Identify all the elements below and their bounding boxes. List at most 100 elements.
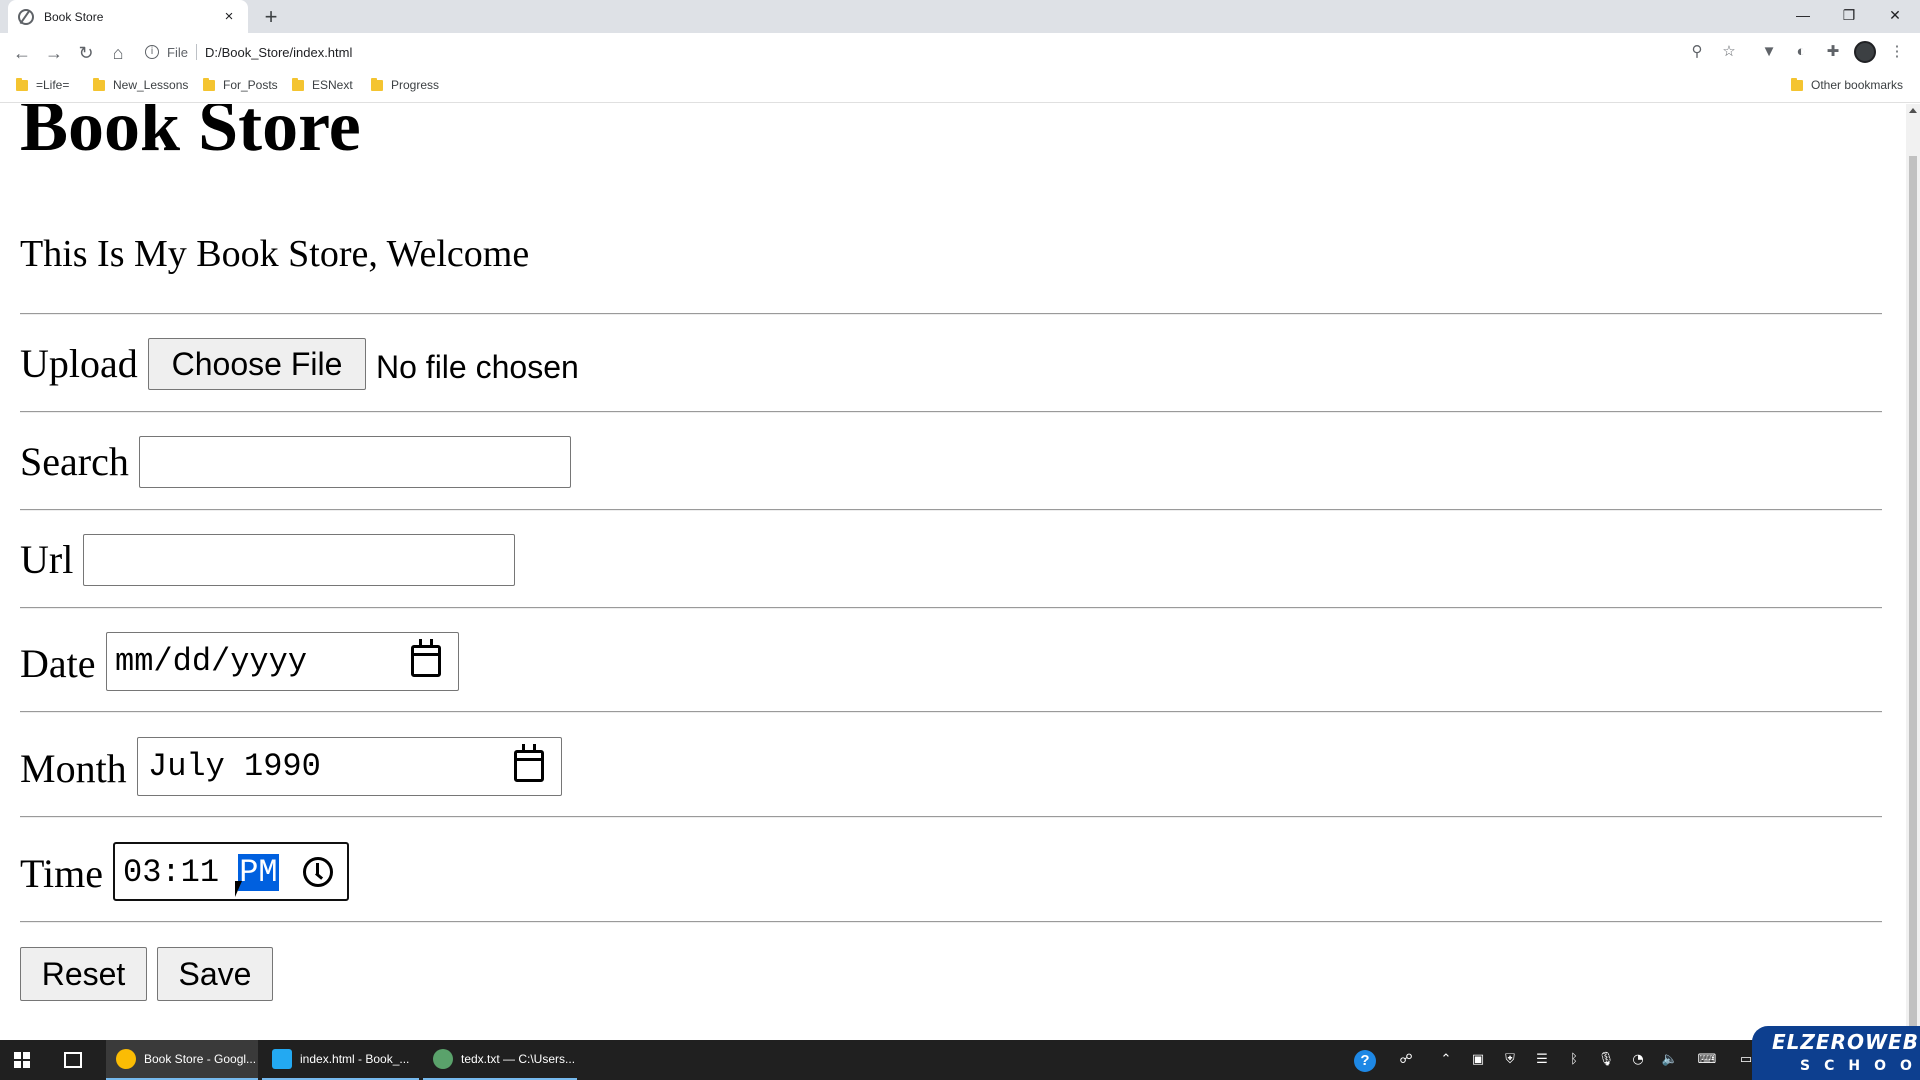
- page-scrollbar[interactable]: [1906, 104, 1920, 1040]
- scroll-up-arrow-icon[interactable]: [1909, 108, 1917, 113]
- divider: [20, 509, 1882, 511]
- bookmark-folder[interactable]: For_Posts: [203, 77, 278, 92]
- month-label: Month: [20, 746, 127, 791]
- extension-icon[interactable]: ▼: [1758, 41, 1780, 63]
- bookmark-label: =Life=: [36, 78, 70, 92]
- date-placeholder: mm/dd/yyyy: [115, 643, 308, 680]
- bookmark-label: New_Lessons: [113, 78, 189, 92]
- bluetooth-icon[interactable]: ᛒ: [1564, 1050, 1584, 1070]
- volume-icon[interactable]: 🔈: [1660, 1050, 1680, 1070]
- divider: [20, 607, 1882, 609]
- vscode-icon: [272, 1049, 292, 1069]
- bookmark-folder[interactable]: Progress: [371, 77, 440, 92]
- url-label: Url: [20, 537, 74, 582]
- help-icon[interactable]: ?: [1354, 1050, 1376, 1072]
- chrome-icon: [116, 1049, 136, 1069]
- reload-icon[interactable]: ↻: [72, 39, 100, 67]
- folder-icon: [16, 77, 28, 91]
- time-value: 03:11 PM: [123, 844, 279, 901]
- zoom-icon[interactable]: ⚲: [1686, 41, 1708, 63]
- microphone-icon[interactable]: 🎙: [1596, 1050, 1616, 1070]
- tab-title: Book Store: [44, 9, 104, 24]
- welcome-text: This Is My Book Store, Welcome: [20, 233, 530, 275]
- choose-file-button[interactable]: Choose File: [148, 338, 366, 390]
- extensions-puzzle-icon[interactable]: ✚: [1822, 41, 1844, 63]
- action-icon[interactable]: ☰: [1532, 1050, 1552, 1070]
- people-icon[interactable]: ☍: [1396, 1050, 1416, 1070]
- keyboard-icon[interactable]: ⌨: [1694, 1050, 1720, 1070]
- other-bookmarks[interactable]: Other bookmarks: [1791, 77, 1904, 92]
- device-icon[interactable]: ▣: [1468, 1050, 1488, 1070]
- elzero-web-school-logo: ELZEROWEB SCHOOL: [1752, 1026, 1920, 1080]
- address-bar[interactable]: i File D:/Book_Store/index.html: [145, 37, 1695, 67]
- home-icon[interactable]: ⌂: [104, 39, 132, 67]
- time-hh-mm: 03:11: [123, 854, 220, 891]
- back-icon[interactable]: ←: [8, 39, 36, 67]
- address-url[interactable]: D:/Book_Store/index.html: [205, 45, 352, 60]
- date-label: Date: [20, 641, 96, 686]
- divider: [20, 816, 1882, 818]
- time-input[interactable]: 03:11 PM: [113, 842, 349, 901]
- windows-start-icon[interactable]: [14, 1052, 30, 1068]
- bookmark-star-icon[interactable]: ☆: [1718, 41, 1740, 63]
- month-input[interactable]: July 1990: [137, 737, 562, 796]
- divider: [20, 711, 1882, 713]
- taskbar-item-vscode[interactable]: index.html - Book_...: [262, 1040, 419, 1080]
- bookmark-label: Progress: [391, 78, 440, 92]
- calendar-icon[interactable]: [411, 639, 441, 677]
- folder-icon: [203, 77, 215, 91]
- forward-icon[interactable]: →: [40, 39, 68, 67]
- reset-button[interactable]: Reset: [20, 947, 147, 1001]
- mouse-cursor: [235, 881, 242, 897]
- address-scheme: File: [167, 44, 188, 60]
- security-icon[interactable]: ⛨: [1500, 1050, 1520, 1070]
- url-input[interactable]: [83, 534, 515, 586]
- browser-toolbar: ← → ↻ ⌂ i File D:/Book_Store/index.html …: [0, 33, 1920, 71]
- windows-taskbar: Book Store - Googl... index.html - Book_…: [0, 1040, 1920, 1080]
- folder-icon: [1791, 77, 1803, 91]
- calendar-icon[interactable]: [514, 744, 544, 782]
- clock-icon[interactable]: [303, 857, 333, 887]
- search-input[interactable]: [139, 436, 571, 488]
- no-file-text: No file chosen: [376, 349, 579, 385]
- bookmark-folder[interactable]: ESNext: [292, 77, 353, 92]
- save-button[interactable]: Save: [157, 947, 273, 1001]
- folder-icon: [292, 77, 304, 91]
- task-view-icon[interactable]: [64, 1052, 82, 1068]
- divider: [20, 411, 1882, 413]
- folder-icon: [93, 77, 105, 91]
- minimize-button[interactable]: —: [1780, 0, 1826, 30]
- scroll-thumb[interactable]: [1909, 156, 1917, 1026]
- page-viewport: Book Store This Is My Book Store, Welcom…: [0, 104, 1906, 1040]
- upload-label: Upload: [20, 341, 138, 386]
- date-input[interactable]: mm/dd/yyyy: [106, 632, 459, 691]
- folder-icon: [371, 77, 383, 91]
- profile-avatar[interactable]: [1854, 41, 1876, 63]
- logo-text-line1: ELZEROWEB: [1772, 1030, 1919, 1054]
- time-ampm-selected[interactable]: PM: [238, 854, 279, 891]
- close-tab-icon[interactable]: ×: [220, 8, 238, 25]
- new-tab-button[interactable]: +: [258, 4, 284, 30]
- bookmarks-bar: =Life= New_Lessons For_Posts ESNext Prog…: [0, 71, 1920, 103]
- info-icon[interactable]: i: [145, 45, 159, 59]
- search-label: Search: [20, 439, 129, 484]
- chevron-up-icon[interactable]: ⌃: [1436, 1050, 1456, 1070]
- tab-book-store[interactable]: Book Store ×: [8, 0, 248, 33]
- time-label: Time: [20, 851, 104, 896]
- menu-icon[interactable]: ⋮: [1886, 41, 1908, 63]
- close-window-button[interactable]: ✕: [1872, 0, 1918, 30]
- extension-icon[interactable]: ◐: [1790, 41, 1812, 63]
- wifi-icon[interactable]: ◔: [1628, 1050, 1648, 1070]
- taskbar-item-editor[interactable]: tedx.txt — C:\Users...: [423, 1040, 577, 1080]
- tab-strip: Book Store × + — ❐ ✕: [0, 0, 1920, 33]
- bookmark-folder[interactable]: =Life=: [16, 77, 70, 92]
- taskbar-item-label: tedx.txt — C:\Users...: [461, 1052, 576, 1066]
- divider: [20, 921, 1882, 923]
- taskbar-item-label: Book Store - Googl...: [144, 1052, 257, 1066]
- page-title: Book Store: [20, 104, 361, 166]
- address-divider: [195, 44, 197, 60]
- restore-button[interactable]: ❐: [1826, 0, 1872, 30]
- taskbar-item-chrome[interactable]: Book Store - Googl...: [106, 1040, 258, 1080]
- bookmark-folder[interactable]: New_Lessons: [93, 77, 189, 92]
- bookmark-label: Other bookmarks: [1811, 78, 1904, 92]
